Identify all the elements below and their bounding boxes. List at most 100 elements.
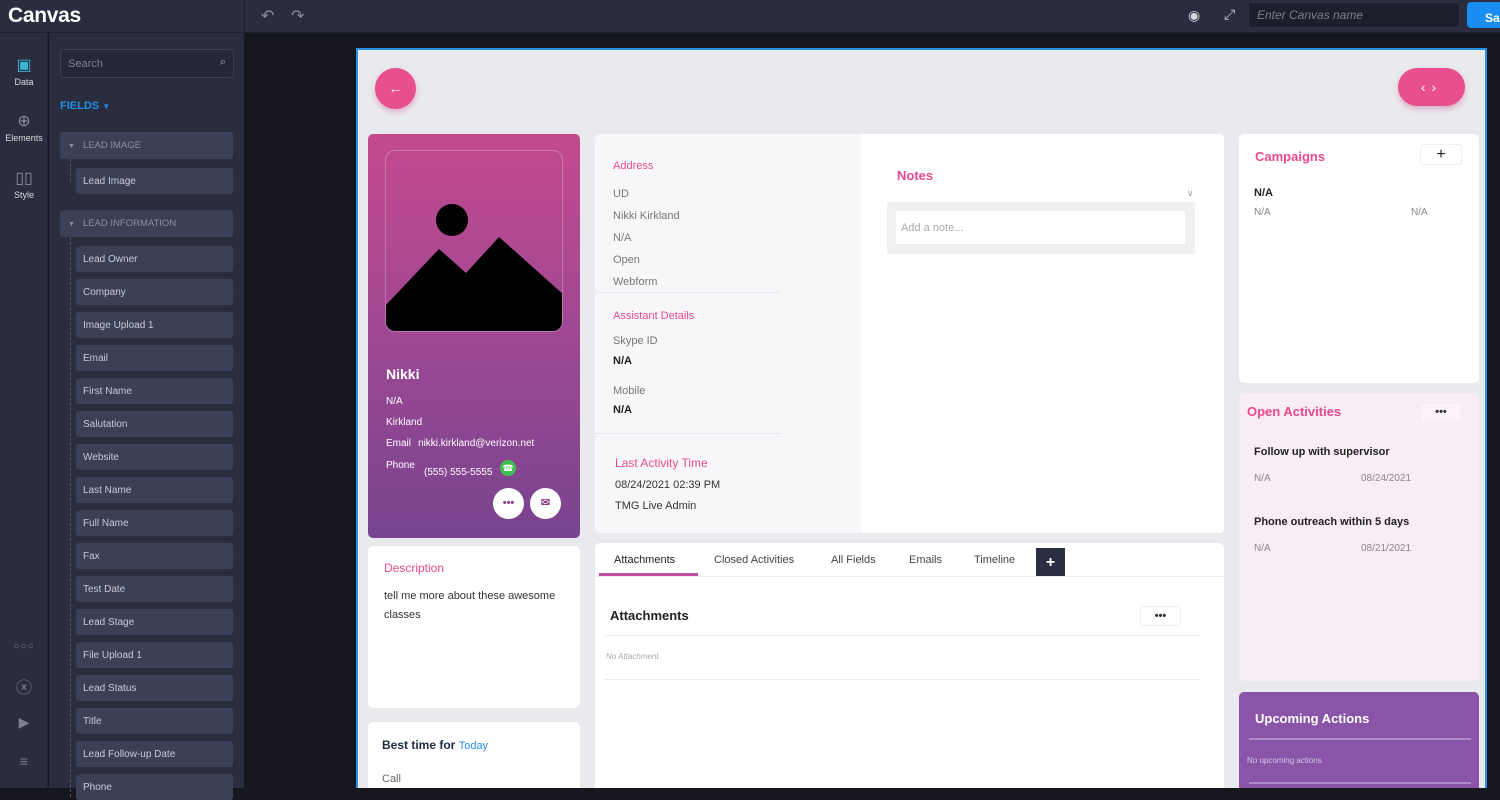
upcoming-actions-card: Upcoming Actions No upcoming actions <box>1239 692 1479 788</box>
phone-value[interactable]: (555) 555-5555 <box>424 467 492 478</box>
group-label: LEAD INFORMATION <box>82 218 177 229</box>
list-icon[interactable]: ≡ <box>0 753 48 769</box>
caret-down-icon: ▼ <box>68 143 75 150</box>
field-item[interactable]: Phone <box>76 774 233 800</box>
rail-item-elements[interactable]: ⊕ Elements <box>0 113 48 143</box>
canvas-name-input[interactable] <box>1248 2 1460 28</box>
more-icon[interactable]: ○○○ <box>0 641 48 652</box>
description-card: Description tell me more about these awe… <box>368 546 580 708</box>
eye-icon[interactable]: ◉ <box>1188 7 1200 24</box>
help-icon[interactable]: ⓧ <box>0 674 48 698</box>
phone-icon[interactable]: ☎ <box>500 460 516 476</box>
lead-image[interactable] <box>385 150 563 332</box>
field-item[interactable]: Test Date <box>76 576 233 602</box>
field-item[interactable]: Title <box>76 708 233 734</box>
fields-label: FIELDS <box>60 100 100 112</box>
campaigns-title: Campaigns <box>1255 149 1326 164</box>
more-button[interactable]: ••• <box>493 488 524 519</box>
arrow-left-icon: ← <box>388 80 403 96</box>
activity-title[interactable]: Phone outreach within 5 days <box>1254 516 1409 528</box>
description-text: tell me more about these awesome classes <box>384 590 556 621</box>
mobile-label: Mobile <box>613 385 646 397</box>
field-item[interactable]: Lead Status <box>76 675 233 701</box>
notes-panel: Notes ∨ <box>861 134 1224 533</box>
field-item[interactable]: Lead Stage <box>76 609 233 635</box>
fields-panel: ⌕ FIELDS ▼ ▼ LEAD IMAGE Lead Image ▼ LEAD … <box>49 33 244 800</box>
prev-next-button[interactable]: ‹› <box>1398 68 1465 106</box>
save-button[interactable]: Save <box>1467 2 1500 28</box>
assistant-title: Assistant Details <box>613 310 695 322</box>
field-item[interactable]: Full Name <box>76 510 233 536</box>
left-rail: ▣ Data ⊕ Elements ▯▯ Style ○○○ ⓧ ▶ ≡ <box>0 33 48 788</box>
add-campaign-button[interactable]: + <box>1420 144 1462 165</box>
email-link[interactable]: nikki.kirkland@verizon.net <box>418 438 534 449</box>
expand-icon[interactable]: ⤢ <box>1224 6 1235 23</box>
style-icon: ▯▯ <box>15 170 33 187</box>
redo-icon[interactable]: ↷ <box>291 6 304 26</box>
undo-icon[interactable]: ↶ <box>261 6 274 26</box>
group-lead-image[interactable]: ▼ LEAD IMAGE <box>60 132 233 159</box>
tree-line <box>70 237 71 797</box>
campaigns-card: Campaigns + N/A N/A N/A <box>1239 134 1479 383</box>
address-line: Nikki Kirkland <box>613 210 680 222</box>
field-item[interactable]: Company <box>76 279 233 305</box>
email-button[interactable]: ✉ <box>530 488 561 519</box>
field-item[interactable]: Website <box>76 444 233 470</box>
address-title: Address <box>613 160 654 172</box>
rail-item-data[interactable]: ▣ Data <box>0 57 48 87</box>
attachments-more-button[interactable]: ••• <box>1140 606 1181 626</box>
field-item[interactable]: File Upload 1 <box>76 642 233 668</box>
image-placeholder-icon <box>386 204 562 331</box>
search-icon[interactable]: ⌕ <box>220 56 226 69</box>
tabs-card: Attachments Closed Activities All Fields… <box>595 543 1224 788</box>
divider <box>595 433 781 434</box>
field-item[interactable]: First Name <box>76 378 233 404</box>
open-activities-card: Open Activities ••• Follow up with super… <box>1239 393 1479 681</box>
add-tab-button[interactable]: + <box>1036 548 1065 577</box>
field-item[interactable]: Lead Image <box>76 168 233 194</box>
today-link[interactable]: Today <box>459 740 488 752</box>
divider <box>1249 782 1471 784</box>
email-row: Email nikki.kirkland@verizon.net <box>386 438 534 449</box>
note-input[interactable] <box>896 211 1185 244</box>
top-bar: Canvas ↶ ↷ ◉ ⤢ Save <box>0 0 1500 33</box>
group-lead-information[interactable]: ▼ LEAD INFORMATION <box>60 210 233 237</box>
open-activities-title: Open Activities <box>1247 404 1342 419</box>
campaign-name: N/A <box>1254 187 1273 199</box>
note-box <box>887 202 1195 254</box>
campaign-field: N/A <box>1411 207 1428 218</box>
field-item[interactable]: Email <box>76 345 233 371</box>
description-title: Description <box>384 561 445 575</box>
chevron-down-icon[interactable]: ∨ <box>1187 188 1194 199</box>
tab-attachments[interactable]: Attachments <box>614 554 675 566</box>
field-item[interactable]: Last Name <box>76 477 233 503</box>
video-icon[interactable]: ▶ <box>0 714 48 731</box>
tab-emails[interactable]: Emails <box>909 554 942 566</box>
last-activity-title: Last Activity Time <box>615 456 708 470</box>
rail-item-label: Elements <box>5 133 43 143</box>
tab-timeline[interactable]: Timeline <box>974 554 1015 566</box>
open-activities-more-button[interactable]: ••• <box>1420 403 1462 422</box>
email-label: Email <box>386 438 412 449</box>
field-item[interactable]: Fax <box>76 543 233 569</box>
lead-name: Nikki <box>386 366 420 382</box>
best-time-item: Call <box>382 773 401 785</box>
chevron-left-icon[interactable]: ‹ <box>1421 79 1432 95</box>
tab-closed-activities[interactable]: Closed Activities <box>714 554 794 566</box>
field-item[interactable]: Image Upload 1 <box>76 312 233 338</box>
chevron-right-icon[interactable]: › <box>1432 79 1443 95</box>
field-item[interactable]: Salutation <box>76 411 233 437</box>
fields-dropdown[interactable]: FIELDS ▼ <box>60 100 110 112</box>
field-item[interactable]: Lead Owner <box>76 246 233 272</box>
app-logo: Canvas <box>8 4 81 27</box>
campaign-field: N/A <box>1254 207 1271 218</box>
upcoming-title: Upcoming Actions <box>1255 711 1370 726</box>
tab-all-fields[interactable]: All Fields <box>831 554 876 566</box>
activity-title[interactable]: Follow up with supervisor <box>1254 446 1390 458</box>
field-item[interactable]: Lead Follow-up Date <box>76 741 233 767</box>
rail-item-style[interactable]: ▯▯ Style <box>0 170 48 200</box>
search-input[interactable] <box>61 50 211 78</box>
back-button[interactable]: ← <box>375 68 416 109</box>
divider <box>595 576 1224 577</box>
attachments-title: Attachments <box>610 608 689 623</box>
